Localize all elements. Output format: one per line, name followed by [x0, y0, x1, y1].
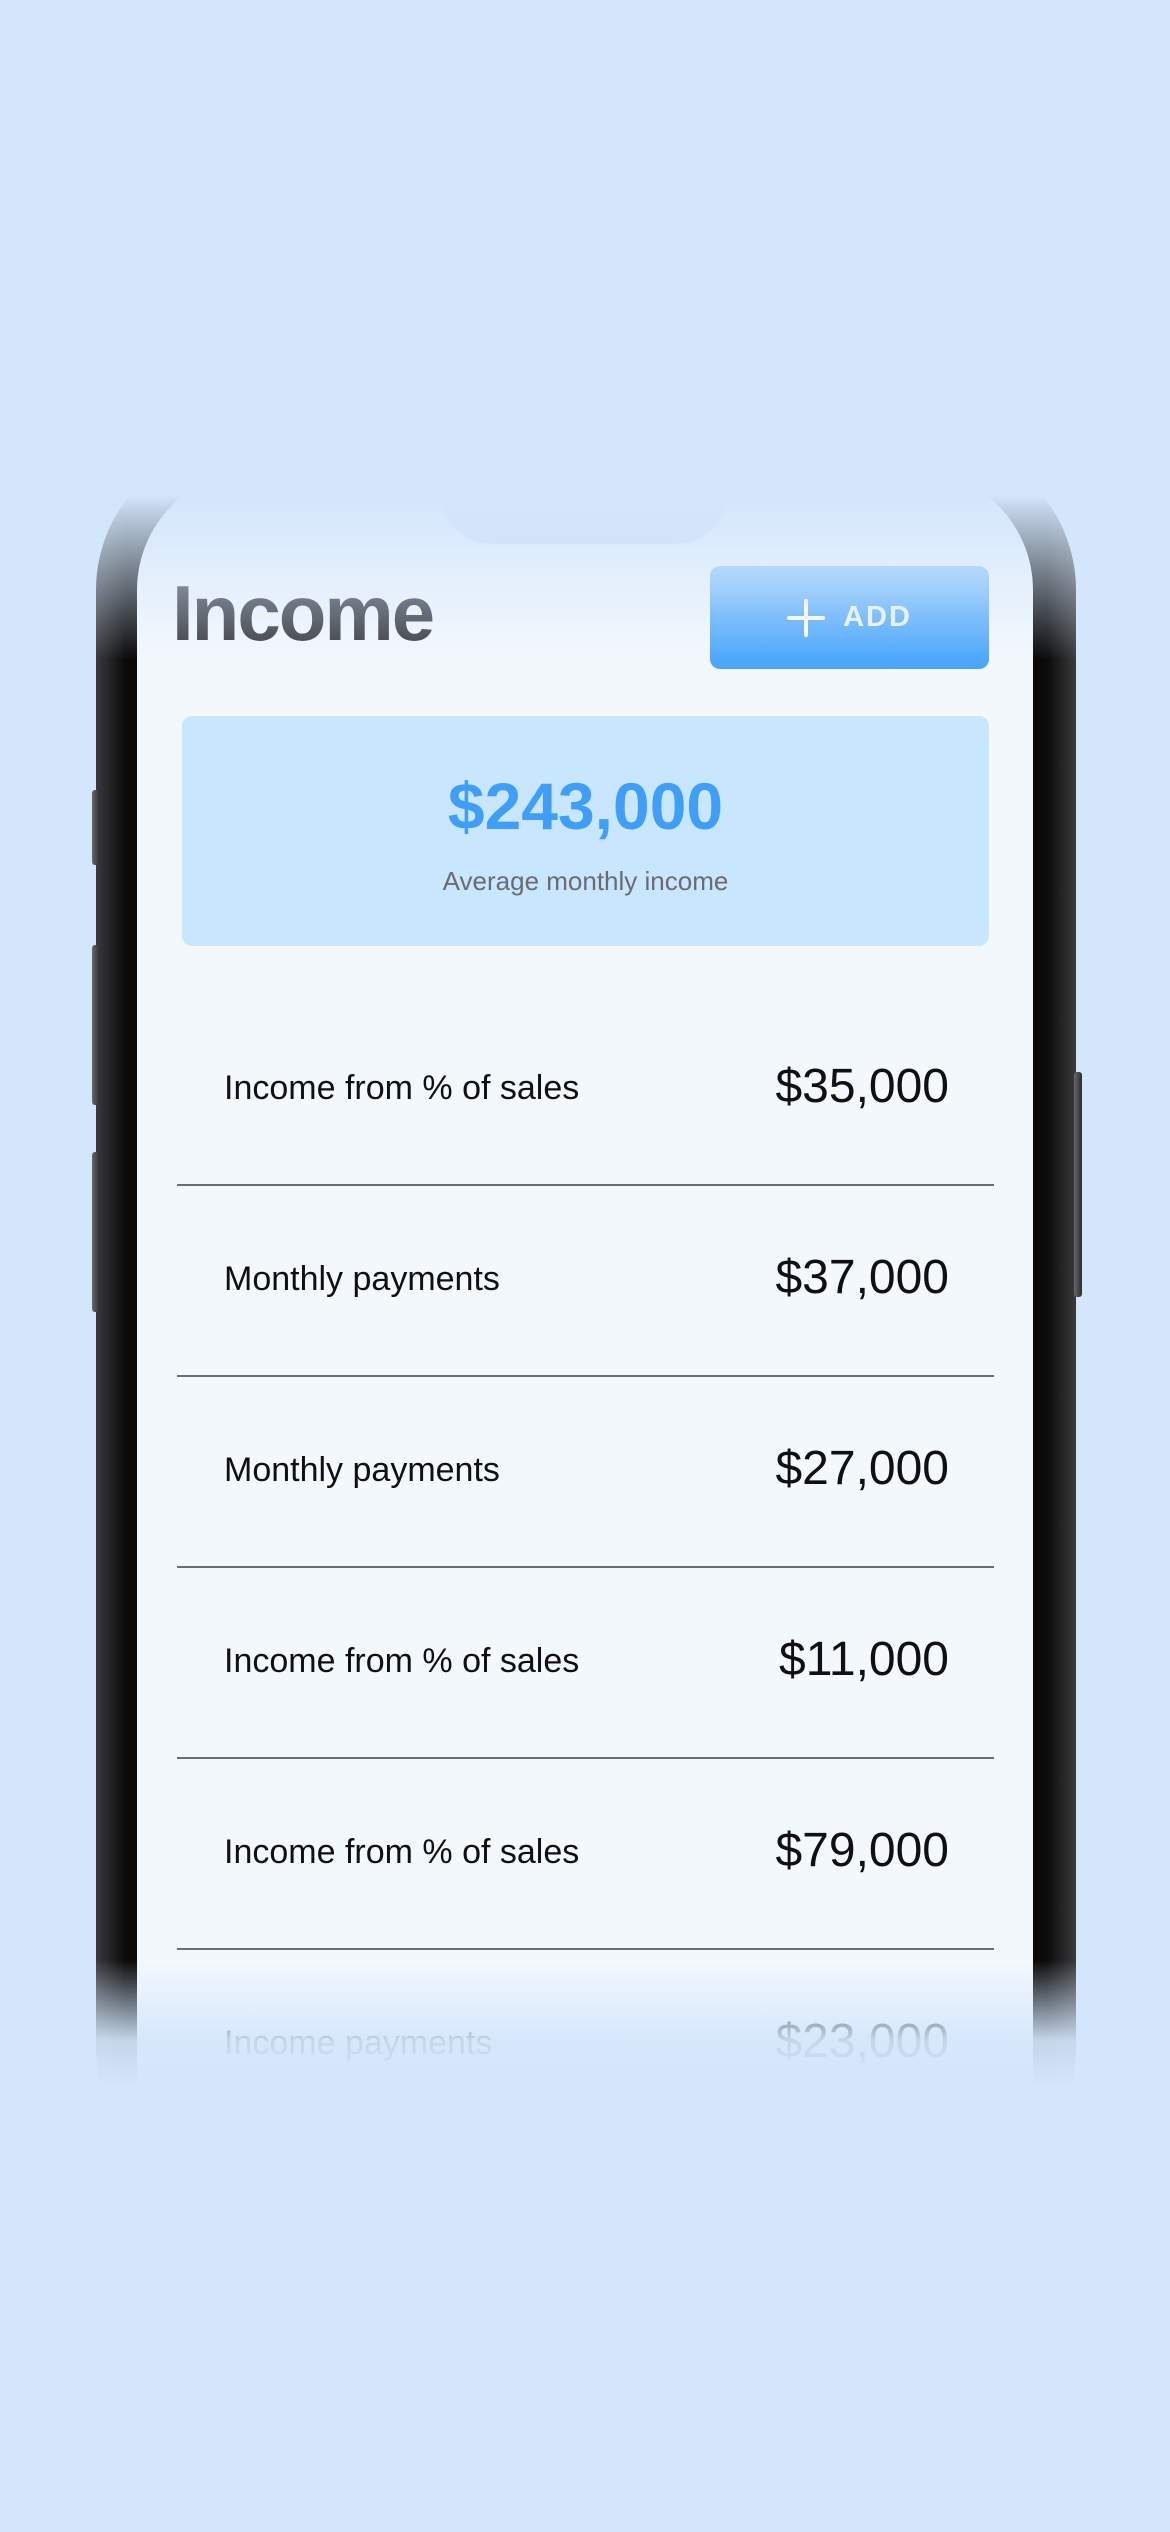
plus-icon — [787, 598, 826, 637]
volume-down-button — [92, 1152, 100, 1312]
page-title: Income — [172, 569, 435, 657]
volume-up-button — [92, 945, 100, 1105]
list-item[interactable]: Monthly payments $27,000 — [177, 1377, 994, 1568]
item-label: Monthly payments — [224, 1260, 500, 1298]
average-income-label: Average monthly income — [442, 866, 729, 896]
item-label: Income payments — [224, 2024, 493, 2062]
canvas: Income ADD $243,000 Average monthly inco… — [0, 0, 1170, 2532]
summary-card: $243,000 Average monthly income — [182, 716, 989, 946]
item-amount: $35,000 — [775, 1060, 949, 1113]
list-item[interactable]: Income payments $23,000 — [177, 1950, 994, 2141]
item-amount: $37,000 — [775, 1251, 949, 1304]
right-fade-overlay — [1080, 0, 1170, 2532]
item-label: Monthly payments — [224, 1451, 500, 1489]
left-fade-overlay — [0, 0, 90, 2532]
list-item[interactable]: Monthly payments $37,000 — [177, 1186, 994, 1377]
item-amount: $79,000 — [775, 1824, 949, 1877]
add-income-button[interactable]: ADD — [710, 566, 989, 669]
dynamic-island — [441, 470, 727, 544]
list-item[interactable]: Income from % of sales $79,000 — [177, 1759, 994, 1950]
average-income-amount: $243,000 — [447, 769, 724, 843]
income-list: Income from % of sales $35,000 Monthly p… — [177, 995, 994, 2141]
item-amount: $27,000 — [775, 1442, 949, 1495]
action-button — [92, 790, 100, 865]
power-button — [1074, 1072, 1082, 1297]
add-button-label: ADD — [843, 601, 912, 633]
item-amount: $11,000 — [779, 1633, 949, 1686]
list-item[interactable]: Income from % of sales $11,000 — [177, 1568, 994, 1759]
item-label: Income from % of sales — [224, 1833, 580, 1871]
list-item[interactable]: Income from % of sales $35,000 — [177, 995, 994, 1186]
item-amount: $23,000 — [775, 2015, 949, 2068]
item-label: Income from % of sales — [224, 1069, 580, 1107]
item-label: Income from % of sales — [224, 1642, 580, 1680]
